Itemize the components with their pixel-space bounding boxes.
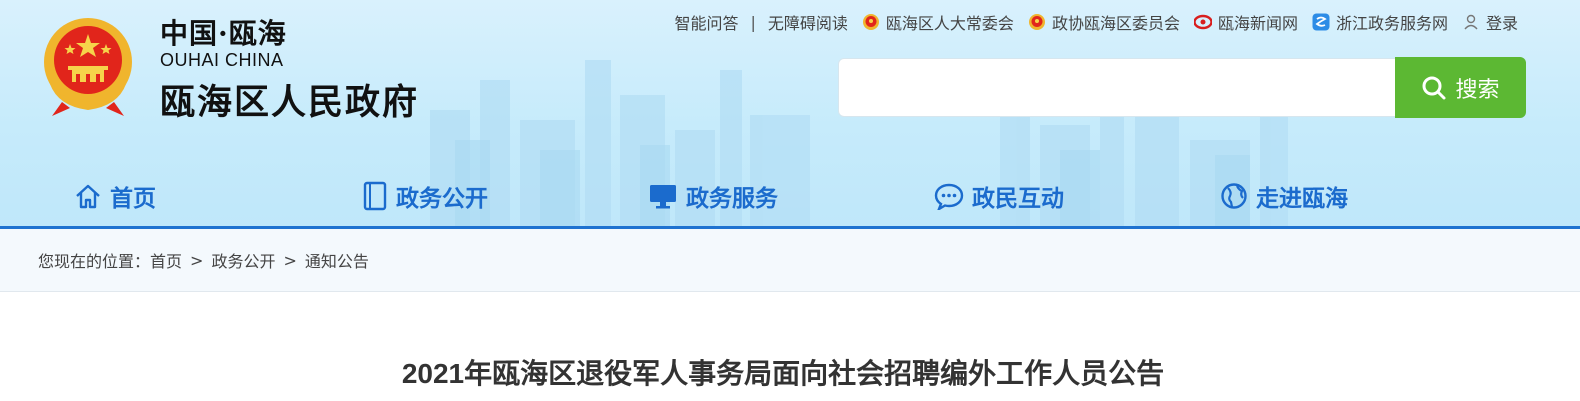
party-emblem-icon [862, 14, 879, 30]
zhejiang-service-label: 浙江政务服务网 [1335, 14, 1448, 33]
search-input[interactable] [838, 58, 1396, 117]
article-title: 2021年瓯海区退役军人事务局面向社会招聘编外工作人员公告 [401, 358, 1165, 389]
people-congress-label: 瓯海区人大常委会 [885, 14, 1014, 33]
search-icon [1422, 76, 1446, 99]
breadcrumb-prefix: 您现在的位置： [38, 252, 151, 271]
globe-icon [1221, 183, 1247, 209]
zhejiang-service-link[interactable]: 浙江政务服务网 [1312, 10, 1448, 34]
cppcc-link[interactable]: 政协瓯海区委员会 [1028, 10, 1180, 34]
breadcrumb-notices[interactable]: 通知公告 [305, 248, 369, 272]
brand-english-name: OUHAI CHINA [160, 50, 284, 70]
nav-item-label: 政务公开 [396, 186, 488, 212]
main-nav: 首页 政务公开 政务服务 政民互动 走进瓯海 [0, 166, 1580, 226]
monitor-icon [650, 185, 676, 209]
nav-item-home[interactable]: 首页 [74, 166, 156, 226]
header: 中国·瓯海 OUHAI CHINA 瓯海区人民政府 智能问答 | 无障碍阅读 瓯… [0, 0, 1580, 228]
ouhai-news-link[interactable]: 瓯海新闻网 [1193, 10, 1298, 34]
breadcrumb-home[interactable]: 首页 [150, 248, 182, 272]
accessibility-link[interactable]: 无障碍阅读 [768, 10, 848, 34]
user-icon [1464, 14, 1478, 30]
nav-item-about-ouhai[interactable]: 走进瓯海 [1220, 166, 1348, 226]
breadcrumb: 您现在的位置： 首页 > 政务公开 > 通知公告 [0, 229, 1580, 292]
national-emblem-logo [44, 18, 132, 116]
login-label: 登录 [1485, 14, 1518, 33]
login-link[interactable]: 登录 [1462, 10, 1518, 34]
nav-item-government-affairs[interactable]: 政务公开 [362, 166, 488, 226]
nav-item-label: 政民互动 [972, 186, 1064, 212]
smart-qa-link[interactable]: 智能问答 [675, 10, 739, 34]
nav-item-label: 走进瓯海 [1256, 186, 1348, 212]
search-button-label: 搜索 [1455, 77, 1500, 103]
breadcrumb-government-affairs[interactable]: 政务公开 [211, 248, 275, 272]
nav-item-government-services[interactable]: 政务服务 [648, 166, 778, 226]
zhejiang-service-logo-icon [1312, 13, 1330, 31]
top-links-separator: | [750, 12, 756, 32]
nav-item-label: 政务服务 [686, 186, 778, 212]
breadcrumb-separator: > [190, 250, 204, 270]
nav-item-label: 首页 [110, 186, 156, 212]
brand-china-ouhai: 中国·瓯海 [160, 17, 287, 50]
brand-government-name: 瓯海区人民政府 [160, 83, 420, 123]
cppcc-emblem-icon [1028, 14, 1045, 30]
document-icon [363, 181, 387, 211]
people-congress-link[interactable]: 瓯海区人大常委会 [862, 10, 1014, 34]
top-links-bar: 智能问答 | 无障碍阅读 瓯海区人大常委会 政协瓯海区委员会 瓯海新闻网 浙江政… [675, 10, 1519, 34]
cppcc-label: 政协瓯海区委员会 [1051, 14, 1180, 33]
ouhai-news-label: 瓯海新闻网 [1217, 14, 1298, 33]
home-icon [76, 184, 100, 209]
news-logo-icon [1193, 14, 1212, 30]
chat-icon [934, 183, 964, 210]
breadcrumb-separator: > [283, 250, 297, 270]
search-button[interactable]: 搜索 [1395, 57, 1526, 118]
nav-item-interaction[interactable]: 政民互动 [934, 166, 1064, 226]
